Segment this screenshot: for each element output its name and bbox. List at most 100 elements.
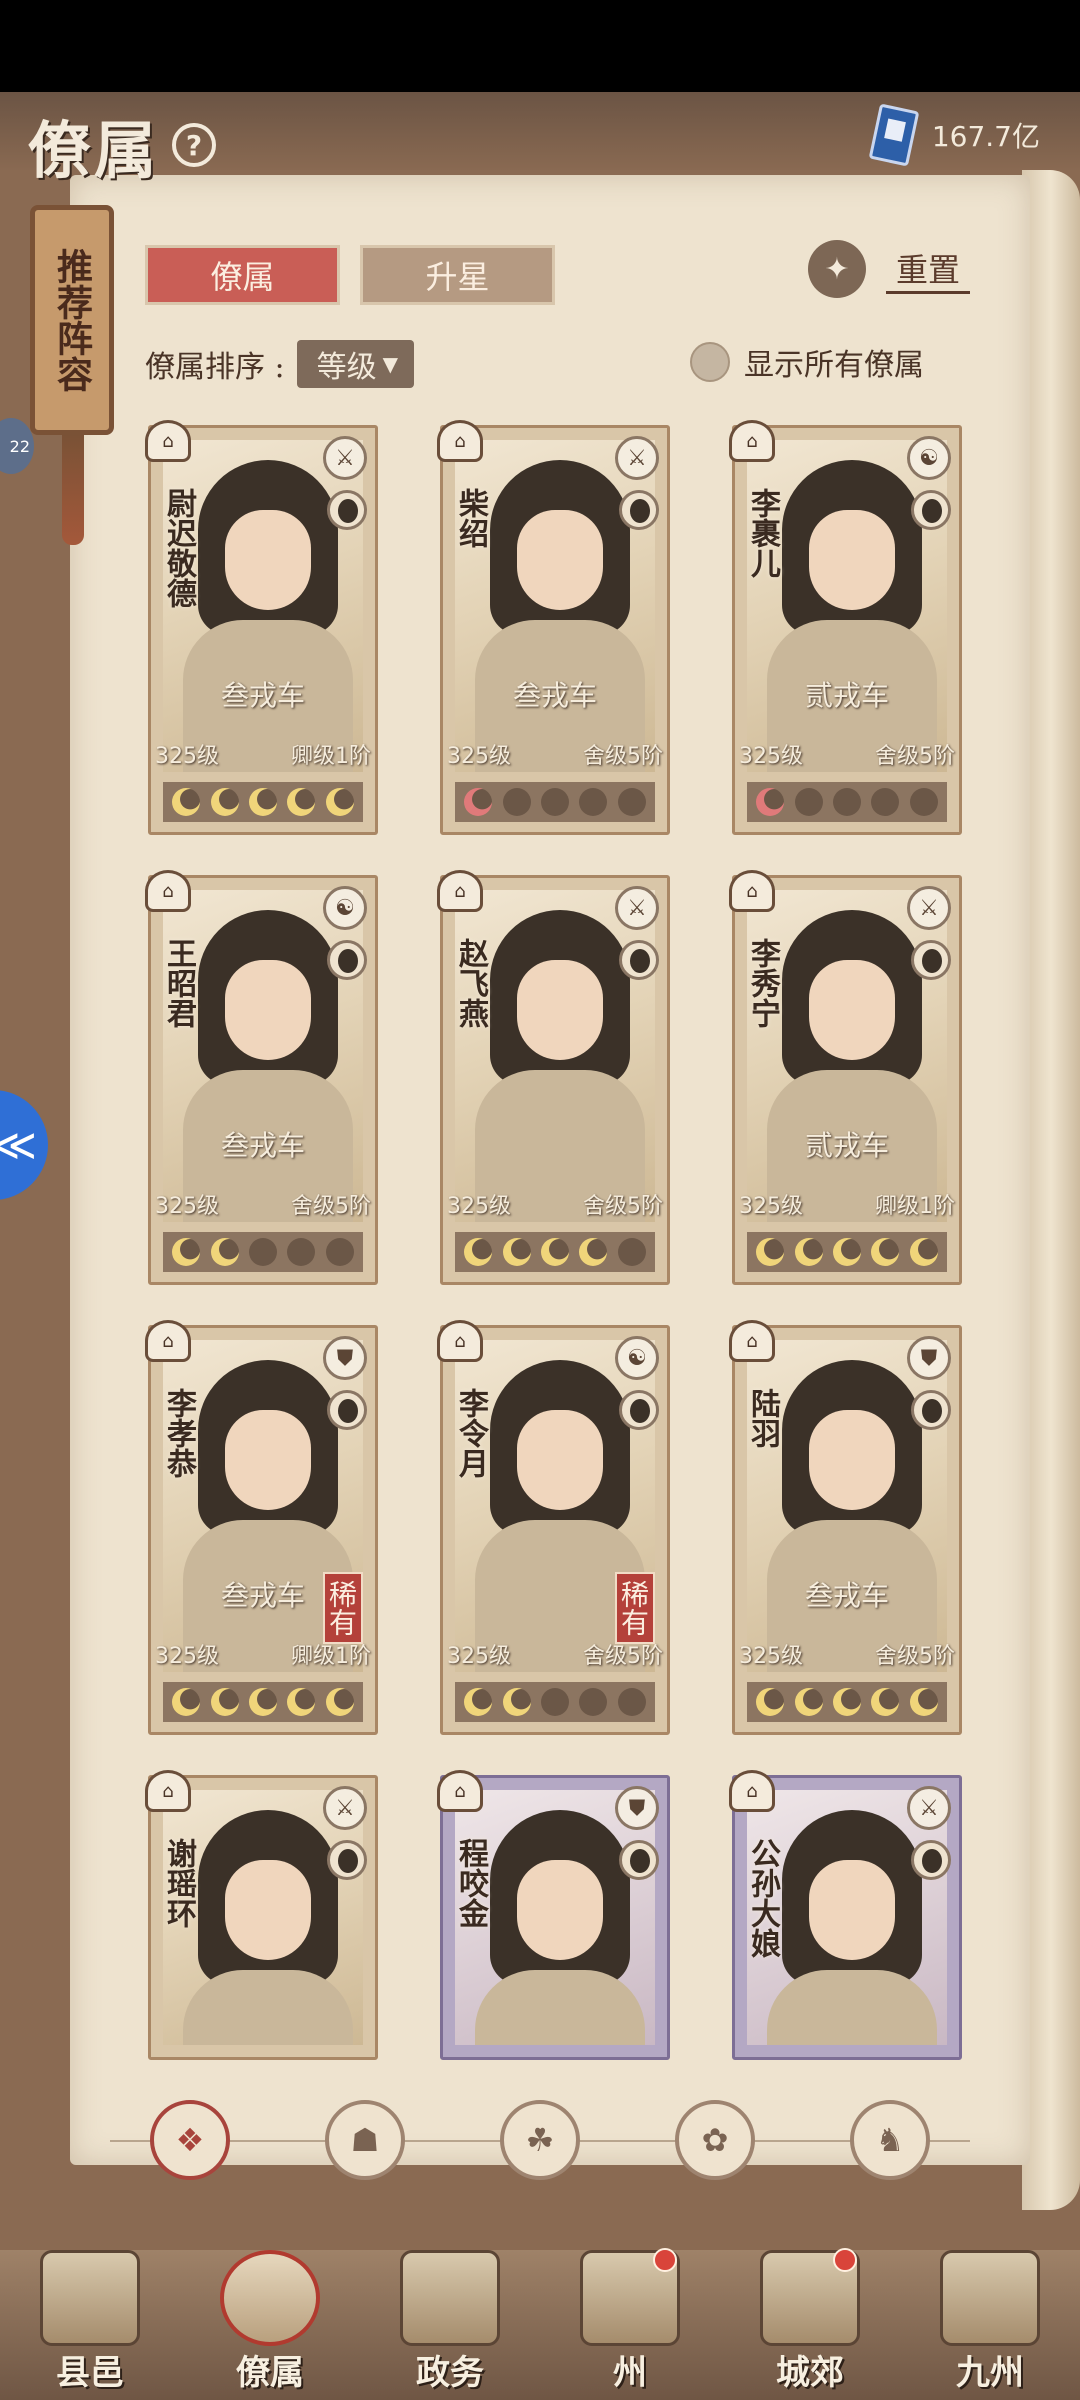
portrait-face xyxy=(517,510,603,610)
page-curl xyxy=(1022,170,1080,2210)
official-name: 程咬金 xyxy=(453,1838,488,1928)
reset-icon: ✦ xyxy=(808,240,866,298)
currency-display[interactable]: 167.7亿 xyxy=(868,103,1040,167)
moon-star-icon xyxy=(287,788,316,816)
type-icon: ⚔ xyxy=(615,886,659,930)
official-card[interactable]: ⌂ ⚔ 李秀宁 贰戎车 325级 卿级1阶 xyxy=(729,870,962,1285)
level-label: 325级 xyxy=(155,744,219,769)
rare-tag: 稀有 xyxy=(615,1572,655,1644)
affairs-books-icon xyxy=(400,2250,500,2346)
type-icon: ⚔ xyxy=(907,886,951,930)
reset-button[interactable]: ✦ 重置 xyxy=(808,240,971,298)
official-card[interactable]: ⌂ ⚔ 赵飞燕 325级 舍级5阶 xyxy=(437,870,670,1285)
level-label: 325级 xyxy=(739,1194,803,1219)
rank-label: 舍级5阶 xyxy=(291,1194,371,1219)
nav-nine-provinces[interactable]: 九州 xyxy=(915,2244,1065,2394)
official-card[interactable]: ⌂ ⛊ 程咬金 xyxy=(437,1770,670,2060)
filter-all-icon[interactable]: ❖ xyxy=(150,2100,230,2180)
moon-star-icon xyxy=(617,1238,646,1266)
bottom-nav: 县邑 僚属 政务 州 城郊 九州 xyxy=(0,2248,1080,2400)
recommend-lineup-button[interactable]: 推荐阵容 xyxy=(30,205,114,435)
moon-star-icon xyxy=(325,788,354,816)
faction-icon: ⌂ xyxy=(145,870,191,912)
tassel-decoration xyxy=(62,435,84,545)
official-card[interactable]: ⌂ ☯ 李裹儿 贰戎车 325级 舍级5阶 xyxy=(729,420,962,835)
official-card[interactable]: ⌂ ⚔ 谢瑶环 xyxy=(145,1770,378,2060)
avatar xyxy=(619,940,659,980)
book-currency-icon xyxy=(868,103,920,167)
moon-star-icon xyxy=(502,788,531,816)
filter-faction-2-icon[interactable]: ☘ xyxy=(500,2100,580,2180)
moon-star-icon xyxy=(832,1238,861,1266)
notification-dot xyxy=(653,2248,677,2272)
official-name: 李令月 xyxy=(453,1388,488,1478)
official-name: 赵飞燕 xyxy=(453,938,488,1028)
official-card[interactable]: ⌂ ☯ 王昭君 叁戎车 325级 舍级5阶 xyxy=(145,870,378,1285)
official-grid: ⌂ ⚔ 尉迟敬德 叁戎车 325级 卿级1阶 ⌂ ⚔ 柴绍 叁戎车 325级 舍… xyxy=(145,420,968,2060)
tab-bar: 僚属 升星 xyxy=(145,245,555,305)
filter-bar: ❖ ☗ ☘ ✿ ♞ xyxy=(110,2100,970,2180)
star-row xyxy=(455,1232,655,1272)
rank-label: 舍级5阶 xyxy=(875,744,955,769)
moon-star-icon xyxy=(871,1238,900,1266)
moon-star-icon xyxy=(579,1238,608,1266)
tier-label: 叁戎车 xyxy=(220,1129,305,1162)
star-row xyxy=(747,782,947,822)
official-card[interactable]: ⌂ ⛊ 李孝恭 叁戎车 稀有 325级 卿级1阶 xyxy=(145,1320,378,1735)
moon-star-icon xyxy=(617,788,646,816)
sort-value: 等级 xyxy=(316,350,377,385)
nav-officials[interactable]: 僚属 xyxy=(195,2244,345,2394)
rank-label: 舍级5阶 xyxy=(583,1644,663,1669)
moon-star-icon xyxy=(794,1688,823,1716)
type-icon: ⚔ xyxy=(323,1786,367,1830)
official-card[interactable]: ⌂ ⛊ 陆羽 叁戎车 325级 舍级5阶 xyxy=(729,1320,962,1735)
faction-icon: ⌂ xyxy=(437,1320,483,1362)
tier-label: 贰戎车 xyxy=(804,679,889,712)
filter-faction-3-icon[interactable]: ✿ xyxy=(675,2100,755,2180)
official-name: 李孝恭 xyxy=(161,1388,196,1478)
official-name: 李裹儿 xyxy=(745,488,780,578)
faction-icon: ⌂ xyxy=(437,870,483,912)
sort-dropdown[interactable]: 等级 ▼ xyxy=(296,340,415,388)
portrait-face xyxy=(225,510,311,610)
chevron-down-icon: ▼ xyxy=(382,352,399,376)
faction-icon: ⌂ xyxy=(729,870,775,912)
filter-faction-4-icon[interactable]: ♞ xyxy=(850,2100,930,2180)
official-card[interactable]: ⌂ ⚔ 柴绍 叁戎车 325级 舍级5阶 xyxy=(437,420,670,835)
nav-label: 城郊 xyxy=(776,2353,844,2393)
moon-star-icon xyxy=(210,1238,239,1266)
moon-star-icon xyxy=(210,788,239,816)
officials-scroll-icon xyxy=(220,2250,320,2346)
filter-faction-1-icon[interactable]: ☗ xyxy=(325,2100,405,2180)
tab-officials[interactable]: 僚属 xyxy=(145,245,340,305)
portrait-face xyxy=(225,1410,311,1510)
official-name: 公孙大娘 xyxy=(745,1838,780,1958)
nav-label: 县邑 xyxy=(56,2353,124,2393)
moon-star-icon xyxy=(464,1238,493,1266)
rare-tag: 稀有 xyxy=(323,1572,363,1644)
moon-star-icon xyxy=(579,788,608,816)
nav-county[interactable]: 县邑 xyxy=(15,2244,165,2394)
tab-star-up[interactable]: 升星 xyxy=(360,245,555,305)
official-card[interactable]: ⌂ ⚔ 公孙大娘 xyxy=(729,1770,962,2060)
moon-star-icon xyxy=(172,788,201,816)
notification-dot xyxy=(833,2248,857,2272)
official-card[interactable]: ⌂ ☯ 李令月 稀有 325级 舍级5阶 xyxy=(437,1320,670,1735)
official-card[interactable]: ⌂ ⚔ 尉迟敬德 叁戎车 325级 卿级1阶 xyxy=(145,420,378,835)
nav-suburbs[interactable]: 城郊 xyxy=(735,2244,885,2394)
moon-star-icon xyxy=(871,1688,900,1716)
moon-star-icon xyxy=(579,1688,608,1716)
moon-star-icon xyxy=(794,1238,823,1266)
tier-label: 叁戎车 xyxy=(804,1579,889,1612)
avatar xyxy=(327,940,367,980)
radio-button[interactable] xyxy=(690,342,730,382)
nav-prefecture[interactable]: 州 xyxy=(555,2244,705,2394)
avatar xyxy=(911,490,951,530)
avatar xyxy=(619,1840,659,1880)
show-all-toggle[interactable]: 显示所有僚属 xyxy=(690,340,924,384)
help-icon[interactable]: ? xyxy=(172,123,217,167)
nav-affairs[interactable]: 政务 xyxy=(375,2244,525,2394)
map-scroll-icon xyxy=(940,2250,1040,2346)
avatar xyxy=(327,1840,367,1880)
faction-icon: ⌂ xyxy=(437,420,483,462)
